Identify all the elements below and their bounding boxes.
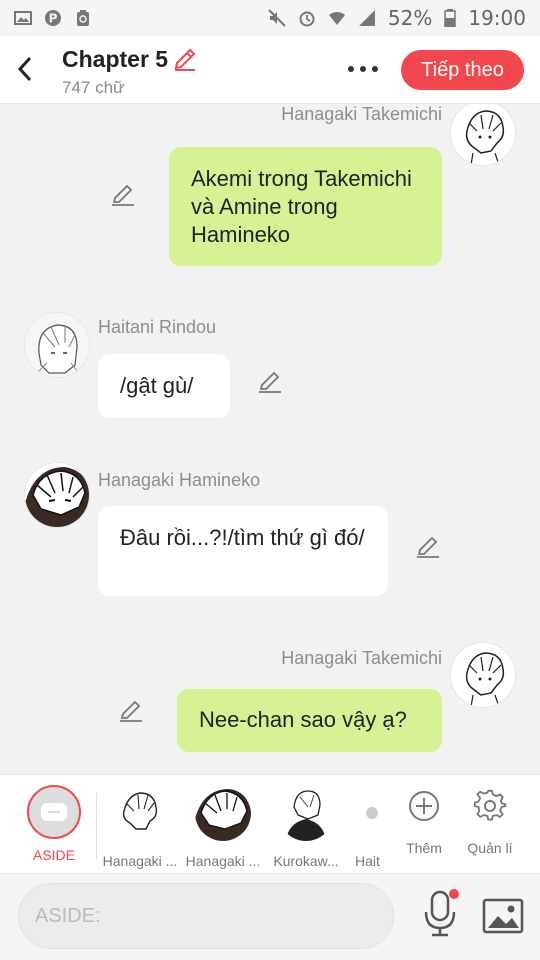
character-name: Hanagaki ...: [102, 853, 178, 869]
character-item[interactable]: Kurokaw...: [266, 785, 346, 869]
avatar: [278, 785, 334, 841]
character-item[interactable]: Hanagaki ...: [183, 785, 263, 869]
avatar[interactable]: [24, 312, 90, 378]
composer: ASIDE:: [0, 874, 540, 960]
svg-text:P: P: [49, 12, 58, 26]
message-bubble[interactable]: Đâu rồi...?!/tìm thứ gì đó/: [98, 506, 388, 596]
divider: [96, 793, 97, 859]
avatar[interactable]: [450, 104, 516, 166]
speaker-name: Hanagaki Hamineko: [98, 470, 261, 490]
back-button[interactable]: [10, 52, 40, 86]
battery-percent: 52%: [387, 6, 433, 30]
manage-characters-button[interactable]: Quản lí: [460, 789, 520, 856]
avatar[interactable]: [24, 462, 90, 528]
pinterest-icon: P: [45, 10, 61, 26]
gear-icon: [473, 789, 507, 821]
chevron-left-icon: [17, 56, 32, 82]
avatar: [112, 785, 168, 841]
avatar: [364, 785, 392, 841]
edit-message-icon[interactable]: [415, 534, 441, 560]
page-title: Chapter 5: [62, 46, 169, 72]
aside-button[interactable]: [27, 785, 81, 839]
manage-label: Quản lí: [467, 840, 513, 856]
clock: 19:00: [468, 6, 526, 30]
speaker-name: Haitani Rindou: [98, 317, 217, 337]
avatar: [195, 785, 251, 841]
chat-area[interactable]: Hanagaki Takemichi Akemi trong Takemichi…: [0, 104, 540, 774]
message-input[interactable]: ASIDE:: [18, 883, 394, 949]
recording-indicator: [449, 889, 459, 899]
recycle-icon: [77, 10, 89, 26]
avatar[interactable]: [450, 642, 516, 708]
status-bar: P 52% 19:00: [0, 0, 540, 36]
word-count: 747 chữ: [62, 78, 125, 97]
add-circle-icon: [409, 791, 439, 821]
add-character-button[interactable]: Thêm: [394, 789, 454, 856]
next-chapter-button[interactable]: Tiếp theo: [401, 50, 524, 90]
dot-icon: [348, 66, 354, 72]
image-upload-icon[interactable]: [482, 896, 524, 936]
message-bubble[interactable]: Akemi trong Takemichi và Amine trong Ham…: [169, 147, 442, 266]
wifi-icon: [328, 11, 345, 25]
signal-icon: [358, 10, 375, 26]
app-bar: Chapter 5 747 chữ Tiếp theo: [0, 36, 540, 104]
character-item[interactable]: Hait: [342, 785, 392, 869]
aside-label: ASIDE: [32, 847, 75, 863]
battery-icon: [444, 9, 457, 27]
chat-message: Haitani Rindou /gật gù/: [0, 312, 540, 432]
add-label: Thêm: [406, 840, 442, 856]
speaker-name: Hanagaki Takemichi: [281, 648, 442, 668]
message-bubble[interactable]: Nee-chan sao vậy ạ?: [177, 689, 442, 752]
chat-message: Hanagaki Takemichi Akemi trong Takemichi…: [0, 104, 540, 274]
character-name: Kurokaw...: [273, 853, 339, 869]
character-name: Hanagaki ...: [185, 853, 261, 869]
dot-icon: [360, 66, 366, 72]
chat-message: Hanagaki Takemichi Nee-chan sao vậy ạ?: [0, 642, 540, 774]
aside-icon: [41, 803, 67, 821]
more-options-button[interactable]: [342, 58, 384, 80]
edit-message-icon[interactable]: [257, 369, 283, 395]
edit-title-icon[interactable]: [172, 46, 198, 72]
image-icon: [14, 11, 32, 25]
alarm-icon: [299, 11, 315, 27]
dot-icon: [372, 66, 378, 72]
edit-message-icon[interactable]: [110, 182, 136, 208]
character-bar: ASIDE Hanagaki ... Hanagaki ... Kurokaw.…: [0, 774, 540, 874]
speaker-name: Hanagaki Takemichi: [281, 104, 442, 124]
edit-message-icon[interactable]: [118, 698, 144, 724]
mute-icon: [268, 9, 286, 27]
message-bubble[interactable]: /gật gù/: [98, 354, 230, 418]
character-item[interactable]: Hanagaki ...: [100, 785, 180, 869]
character-name: Hait: [355, 853, 380, 869]
chat-message: Hanagaki Hamineko Đâu rồi...?!/tìm thứ g…: [0, 462, 540, 602]
